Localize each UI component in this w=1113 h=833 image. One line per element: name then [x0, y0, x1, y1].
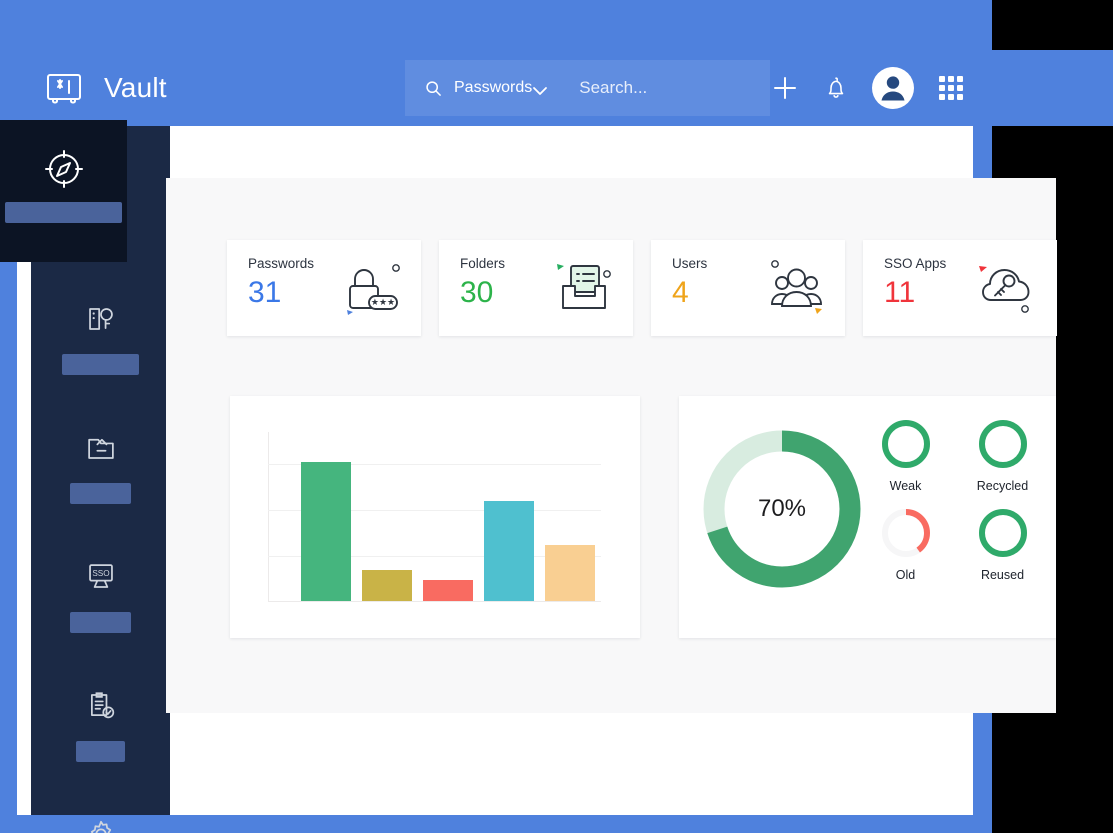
gauge-caption: Weak	[890, 479, 922, 493]
search-bar[interactable]: Passwords	[405, 60, 770, 116]
users-group-icon	[755, 252, 837, 326]
bar-chart-plot	[268, 432, 601, 602]
chevron-down-icon[interactable]	[532, 83, 548, 93]
grid-apps-icon[interactable]	[938, 75, 964, 101]
gear-icon	[78, 814, 124, 833]
stat-card-passwords[interactable]: Passwords 31 ★★★	[227, 240, 421, 336]
folder-icon	[78, 427, 124, 469]
user-avatar-icon[interactable]	[872, 67, 914, 109]
sidebar-item-label	[70, 483, 131, 504]
sidebar-item-settings[interactable]	[31, 790, 170, 833]
vault-safe-icon	[44, 68, 84, 108]
lock-password-icon: ★★★	[331, 252, 413, 326]
folder-list-icon	[543, 252, 625, 326]
sidebar-item-label	[76, 741, 125, 762]
stat-card-folders[interactable]: Folders 30	[439, 240, 633, 336]
gauge-reused[interactable]: Reused	[961, 507, 1044, 582]
bar-3[interactable]	[423, 580, 473, 601]
main-content: Passwords 31 ★★★ Folders 30	[166, 178, 1056, 713]
sso-monitor-icon: SSO	[78, 556, 124, 598]
search-input[interactable]	[562, 78, 800, 98]
screenshot-root: Vault Passwords	[0, 0, 1113, 833]
brand[interactable]: Vault	[44, 68, 167, 108]
brand-title: Vault	[104, 72, 167, 104]
bar-chart-card	[230, 396, 640, 638]
gauge-ring	[880, 418, 932, 470]
stat-card-sso-apps[interactable]: SSO Apps 11	[863, 240, 1057, 336]
sidebar-item-label	[5, 202, 122, 223]
gauge-ring	[880, 507, 932, 559]
sidebar-item-passwords[interactable]	[31, 274, 170, 375]
bar-1[interactable]	[301, 462, 351, 601]
clipboard-check-icon	[78, 685, 124, 727]
plus-icon[interactable]	[770, 73, 800, 103]
gauge-ring	[977, 507, 1029, 559]
search-scope-selector[interactable]: Passwords	[405, 79, 562, 97]
gauge-old[interactable]: Old	[864, 507, 947, 582]
bar-2[interactable]	[362, 570, 412, 601]
gauge-caption: Old	[896, 568, 915, 582]
password-health-gauges: Weak Recycled Old	[864, 418, 1044, 582]
top-bar-actions	[770, 60, 964, 116]
bar-chart-x-axis	[268, 601, 601, 602]
sidebar-item-sso[interactable]: SSO	[31, 532, 170, 633]
search-scope-label: Passwords	[454, 79, 532, 97]
bar-chart-y-axis	[268, 432, 269, 602]
sidebar-item-label	[62, 354, 139, 375]
svg-text:★★★: ★★★	[371, 297, 395, 307]
search-icon	[425, 80, 442, 97]
gauge-caption: Recycled	[977, 479, 1028, 493]
sidebar-item-folders[interactable]	[31, 403, 170, 504]
donut-center-label: 70%	[697, 424, 867, 594]
svg-text:SSO: SSO	[92, 569, 109, 578]
sidebar-item-dashboard[interactable]	[0, 120, 127, 262]
gauge-ring	[977, 418, 1029, 470]
cloud-key-icon	[967, 252, 1049, 326]
compass-icon	[41, 146, 87, 188]
bar-4[interactable]	[484, 501, 534, 601]
bell-icon[interactable]	[824, 75, 848, 101]
donut-chart[interactable]: 70%	[697, 424, 867, 594]
key-card-icon	[78, 298, 124, 340]
sidebar-item-label	[70, 612, 131, 633]
gauge-caption: Reused	[981, 568, 1024, 582]
gauge-recycled[interactable]: Recycled	[961, 418, 1044, 493]
security-score-card: 70% Weak Recycled	[679, 396, 1056, 638]
sidebar-item-reports[interactable]	[31, 661, 170, 762]
sidebar: SSO	[31, 126, 170, 815]
gauge-weak[interactable]: Weak	[864, 418, 947, 493]
stat-card-users[interactable]: Users 4	[651, 240, 845, 336]
stat-cards-row: Passwords 31 ★★★ Folders 30	[227, 240, 1058, 336]
bar-5[interactable]	[545, 545, 595, 601]
